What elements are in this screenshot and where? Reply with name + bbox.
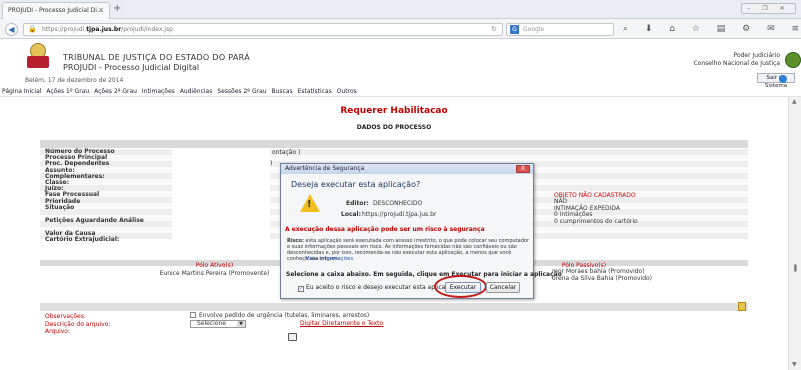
- logout-button[interactable]: Sair do Sistema: [757, 73, 795, 89]
- select-value: Selecione: [197, 320, 226, 327]
- url-suffix: /projudi/index.jsp: [121, 26, 173, 33]
- warning-exclamation: !: [307, 199, 312, 210]
- checkbox-box[interactable]: ✓: [298, 286, 304, 292]
- scroll-down-icon[interactable]: ▼: [792, 361, 797, 368]
- url-domain: tjpa.jus.br: [86, 26, 122, 33]
- menu-item-sessoes[interactable]: Sessões 2º Grau: [217, 88, 266, 95]
- status-value: 0 cumprimentos do cartório: [554, 217, 638, 225]
- page-scrollbar[interactable]: ▲ ▐ ▼: [788, 97, 801, 370]
- tab-title: PROJUDI - Processo Judicial Di...: [8, 7, 103, 14]
- conselho-nacional: Conselho Nacional de Justiça: [693, 60, 780, 67]
- poder-judiciario: Poder Judiciário: [733, 52, 780, 59]
- back-arrow-icon[interactable]: ◀: [5, 23, 18, 36]
- form-header-bar: [40, 303, 748, 311]
- chevron-down-icon[interactable]: ▼: [237, 321, 245, 327]
- dialog-question: Deseja executar esta aplicação?: [291, 180, 421, 189]
- scroll-up-icon[interactable]: ▲: [792, 98, 797, 105]
- highlight-circle: [434, 275, 487, 298]
- editor-value: DESCONHECIDO: [373, 200, 423, 207]
- digitar-texto-link[interactable]: Digitar Diretamente o Texto: [300, 320, 383, 327]
- cnj-text: Poder Judiciário Conselho Nacional de Jus…: [650, 52, 780, 68]
- checkbox-box[interactable]: [190, 312, 196, 318]
- section-divider: [40, 140, 748, 148]
- tab-close-icon[interactable]: ×: [98, 3, 104, 18]
- polo-passivo-party: orena da Silva Bahia (Promovido): [552, 275, 653, 282]
- local-label: Local:: [341, 211, 362, 218]
- lock-icon: 🔒: [28, 25, 37, 33]
- dialog-close-button[interactable]: X: [516, 165, 530, 173]
- process-status-values: OBJETO NÃO CADASTRADO NÃO INTIMAÇÃO EXPE…: [554, 192, 638, 225]
- description-select[interactable]: Selecione ▼: [190, 320, 246, 328]
- field-label: Cartório Extrajudicial:: [45, 236, 120, 244]
- reload-icon[interactable]: ↻: [491, 24, 497, 35]
- polo-passivo-party: mor Moraes bahia (Promovido): [552, 268, 645, 275]
- search-box[interactable]: G Google: [506, 23, 614, 36]
- search-placeholder: Google: [523, 26, 545, 33]
- tjpa-crest-logo: [27, 43, 49, 69]
- menu-item-estatisticas[interactable]: Estatísticas: [298, 88, 332, 95]
- menu-item-acoes-2[interactable]: Ações 2º Grau: [94, 88, 137, 95]
- arquivo-label: Arquivo:: [45, 328, 70, 335]
- menu-item-buscas[interactable]: Buscas: [272, 88, 293, 95]
- attachment-icon[interactable]: [738, 302, 746, 311]
- page-title: Requerer Habilitacao: [340, 106, 448, 116]
- menu-item-audiencias[interactable]: Audiências: [180, 88, 213, 95]
- value-fragment: ontação ): [272, 149, 301, 156]
- menu-item-acoes-1[interactable]: Ações 1º Grau: [46, 88, 89, 95]
- menu-item-outros[interactable]: Outros: [337, 88, 357, 95]
- cnj-logo: [785, 52, 801, 68]
- select-instruction: Selecione a caixa abaixo. Em seguida, cl…: [286, 271, 562, 278]
- urgency-checkbox[interactable]: Envolve pedido de urgência (tutelas, lim…: [190, 312, 369, 319]
- menu-item-intimacoes[interactable]: Intimações: [142, 88, 175, 95]
- more-info-link[interactable]: Mais Informações: [305, 256, 353, 262]
- url-prefix: https://projudi.: [42, 26, 87, 33]
- scroll-thumb[interactable]: ▐: [792, 265, 797, 272]
- dialog-title: Advertência de Segurança: [281, 164, 533, 174]
- new-tab-button[interactable]: +: [113, 3, 121, 15]
- values-column: [172, 149, 270, 241]
- window-controls[interactable]: – ❐ ✕: [741, 3, 796, 14]
- google-icon: G: [510, 25, 519, 34]
- local-value: https://projudi.tjpa.jus.br: [362, 211, 437, 218]
- current-date: Belém, 17 de dezembro de 2014: [25, 77, 124, 84]
- editor-label: Editor:: [346, 200, 369, 207]
- risk-heading: A execução dessa aplicação pode ser um r…: [285, 226, 485, 233]
- urgency-label: Envolve pedido de urgência (tutelas, lim…: [199, 312, 370, 319]
- browser-tab[interactable]: PROJUDI - Processo Judicial Di... ×: [2, 2, 110, 19]
- field-labels: Número do Processo Processo Principal Pr…: [45, 148, 175, 244]
- menu-item-inicial[interactable]: Página Inicial: [2, 88, 41, 95]
- address-bar[interactable]: 🔒 https://projudi.tjpa.jus.br/projudi/ind…: [23, 23, 503, 36]
- cancel-button[interactable]: Cancelar: [486, 282, 520, 293]
- value-fragment: ): [270, 160, 273, 167]
- section-title: DADOS DO PROCESSO: [356, 124, 432, 131]
- system-name: PROJUDI - Processo Judicial Digital: [63, 63, 200, 72]
- logout-icon[interactable]: [779, 75, 787, 83]
- printer-icon[interactable]: [288, 333, 297, 341]
- observacoes-label: Observações:: [45, 313, 86, 320]
- main-menu: Página Inicial Ações 1º Grau Ações 2º Gr…: [0, 87, 801, 97]
- court-name: TRIBUNAL DE JUSTIÇA DO ESTADO DO PARÁ: [63, 53, 250, 62]
- toolbar-icons[interactable]: ⌕ ⬇ ⌂ ☆ ▤ ⚙ ✉ ≡: [623, 24, 801, 34]
- descricao-label: Descrição do arquivo:: [45, 321, 111, 328]
